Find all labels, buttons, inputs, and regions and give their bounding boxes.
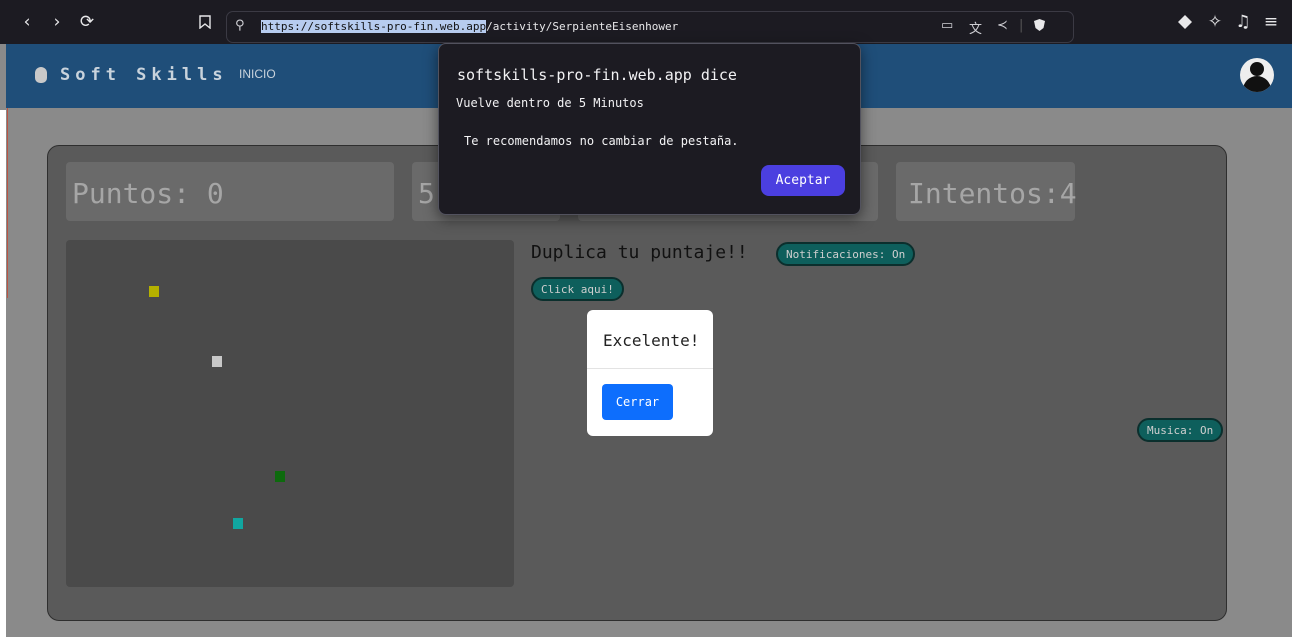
points-box: Puntos: 0	[66, 162, 394, 221]
url-host: https://softskills-pro-fin.web.app	[261, 20, 487, 33]
brave-shield-icon[interactable]	[1033, 18, 1046, 36]
food-block	[149, 286, 159, 297]
site-settings-icon[interactable]: ⚲	[235, 18, 245, 33]
result-modal: Excelente! Cerrar	[587, 310, 713, 436]
extensions-icon[interactable]: ✧	[1202, 9, 1228, 35]
page-edge-line	[7, 108, 8, 298]
alert-title: softskills-pro-fin.web.app dice	[457, 66, 737, 84]
avatar-body	[1243, 76, 1271, 92]
share-icon[interactable]: ≺	[997, 18, 1008, 33]
game-board[interactable]	[66, 240, 514, 587]
url-text[interactable]: https://softskills-pro-fin.web.app/activ…	[261, 20, 678, 33]
menu-icon[interactable]: ≡	[1258, 9, 1284, 35]
music-toggle[interactable]: Musica: On	[1137, 418, 1224, 442]
food-block	[212, 356, 222, 367]
user-avatar-icon[interactable]	[1240, 58, 1274, 92]
back-icon[interactable]: ‹	[14, 9, 40, 35]
bookmark-icon[interactable]	[192, 9, 218, 35]
alert-message-line1: Vuelve dentro de 5 Minutos	[456, 96, 644, 110]
address-bar[interactable]: ⚲ https://softskills-pro-fin.web.app/act…	[226, 11, 1074, 43]
attempts-label: Intentos:4	[908, 177, 1077, 210]
accept-button[interactable]: Aceptar	[761, 165, 845, 196]
close-button[interactable]: Cerrar	[602, 384, 673, 420]
food-block	[233, 518, 243, 529]
points-label: Puntos: 0	[72, 177, 224, 210]
alert-message-line2: Te recomendamos no cambiar de pestaña.	[464, 134, 739, 148]
modal-title: Excelente!	[603, 331, 700, 350]
click-here-button[interactable]: Click aqui!	[531, 277, 624, 301]
forward-icon[interactable]: ›	[44, 9, 70, 35]
browser-toolbar: ‹ › ⟳ ⚲ https://softskills-pro-fin.web.a…	[0, 0, 1292, 44]
browser-alert-dialog: softskills-pro-fin.web.app dice Vuelve d…	[438, 43, 861, 215]
avatar-head	[1250, 62, 1264, 76]
food-block	[275, 471, 285, 482]
divider: |	[1019, 18, 1024, 33]
reload-icon[interactable]: ⟳	[74, 9, 100, 35]
promo-title: Duplica tu puntaje!!	[531, 242, 748, 263]
mouse-icon	[35, 67, 47, 83]
media-icon[interactable]: ♫	[1230, 9, 1256, 35]
brand-logo[interactable]: Soft Skills	[60, 65, 228, 85]
translate-icon[interactable]: 文	[969, 18, 982, 37]
url-path: /activity/SerpienteEisenhower	[486, 20, 679, 33]
modal-divider	[587, 368, 713, 369]
nav-link-inicio[interactable]: INICIO	[239, 67, 276, 81]
notifications-toggle[interactable]: Notificaciones: On	[776, 242, 916, 266]
timer-label: 5	[418, 177, 435, 210]
cast-icon[interactable]: ▭	[941, 18, 953, 33]
vpn-icon[interactable]	[1172, 9, 1198, 35]
page-left-border	[0, 110, 6, 637]
attempts-box: Intentos:4	[896, 162, 1077, 221]
